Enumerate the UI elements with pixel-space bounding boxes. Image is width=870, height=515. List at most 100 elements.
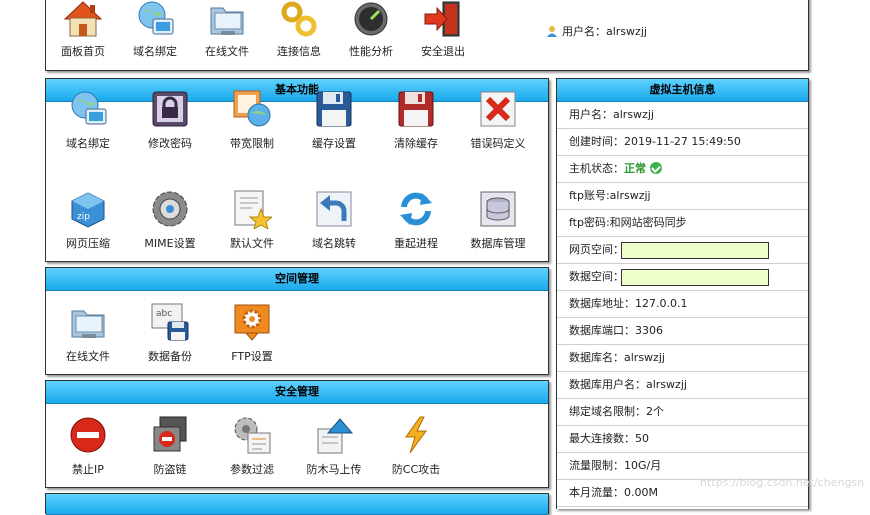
hotlink-icon [150, 415, 190, 455]
error-x-icon [478, 89, 518, 129]
info-ftp-account: ftp账号:alrswzjj [557, 183, 808, 210]
status-value: 正常 [624, 162, 646, 175]
filter-gear-icon [232, 415, 272, 455]
current-user-label: 用户名：alrswzjj [562, 25, 647, 38]
security-management-title: 安全管理 [46, 381, 548, 404]
security-item-label: 防盗链 [153, 463, 187, 476]
upload-shield-icon [314, 415, 354, 455]
nav-performance-label: 性能分析 [349, 45, 393, 58]
current-user: 用户名：alrswzjj [546, 23, 647, 39]
space-item-online-files[interactable]: 在线文件 [49, 302, 127, 364]
basic-item-label: 域名绑定 [66, 137, 110, 150]
ftp-gear-icon [232, 302, 272, 342]
space-item-ftp-settings[interactable]: FTP设置 [213, 302, 291, 364]
basic-item-clear-cache[interactable]: 清除缓存 [377, 89, 455, 151]
basic-item-change-password[interactable]: 修改密码 [131, 89, 209, 151]
globe-monitor-icon [68, 89, 108, 129]
security-item-label: 参数过滤 [230, 463, 274, 476]
security-management-panel: 安全管理 禁止IP 防盗链 参数过滤 防木马上传 防CC攻击 [45, 380, 549, 488]
nav-performance[interactable]: 性能分析 [336, 0, 406, 59]
info-web-space-label: 网页空间： [569, 243, 624, 256]
info-created-time: 创建时间：2019-11-27 15:49:50 [557, 129, 808, 156]
basic-item-label: 网页压缩 [66, 237, 110, 250]
space-management-title: 空间管理 [46, 268, 548, 291]
info-host-status: 主机状态：正常 [557, 156, 808, 183]
basic-item-bandwidth-limit[interactable]: 带宽限制 [213, 89, 291, 151]
basic-item-database-manage[interactable]: 数据库管理 [459, 189, 537, 251]
basic-item-label: 默认文件 [230, 237, 274, 250]
floppy-icon [314, 89, 354, 129]
basic-item-cache-settings[interactable]: 缓存设置 [295, 89, 373, 151]
mime-gear-icon [150, 189, 190, 229]
info-db-port: 数据库端口：3306 [557, 318, 808, 345]
basic-item-domain-redirect[interactable]: 域名跳转 [295, 189, 373, 251]
basic-item-web-compression[interactable]: zip 网页压缩 [49, 189, 127, 251]
svg-text:abc: abc [156, 309, 172, 319]
folder-icon [68, 302, 108, 342]
bandwidth-icon [232, 89, 272, 129]
star-document-icon [232, 189, 274, 231]
space-item-label: 数据备份 [148, 350, 192, 363]
zip-icon: zip [68, 189, 108, 229]
basic-item-label: 带宽限制 [230, 137, 274, 150]
info-db-address: 数据库地址：127.0.0.1 [557, 291, 808, 318]
security-item-label: 禁止IP [72, 463, 104, 476]
check-icon [650, 162, 662, 174]
top-navigation-bar: 面板首页 域名绑定 在线文件 连接信息 性能分析 安全退出 用户名：alrswz… [45, 0, 809, 71]
floppy-red-icon [396, 89, 436, 129]
info-data-space: 数据空间： [557, 264, 808, 291]
security-item-label: 防木马上传 [306, 463, 362, 476]
security-item-anti-hotlink[interactable]: 防盗链 [131, 415, 209, 477]
refresh-icon [396, 189, 436, 229]
security-item-anti-trojan-upload[interactable]: 防木马上传 [295, 415, 373, 477]
redirect-arrow-icon [314, 189, 354, 229]
info-ftp-password: ftp密码:和网站密码同步 [557, 210, 808, 237]
host-info-title: 虚拟主机信息 [557, 79, 808, 102]
info-db-name: 数据库名：alrswzjj [557, 345, 808, 372]
basic-functions-panel: 基本功能 域名绑定 修改密码 带宽限制 缓存设置 清除缓存 错误码定义 zip … [45, 78, 549, 262]
nav-domain-binding[interactable]: 域名绑定 [120, 0, 190, 59]
nav-logout[interactable]: 安全退出 [408, 0, 478, 59]
space-item-data-backup[interactable]: abc 数据备份 [131, 302, 209, 364]
nav-connection-info-label: 连接信息 [277, 45, 321, 58]
security-item-param-filter[interactable]: 参数过滤 [213, 415, 291, 477]
nav-home[interactable]: 面板首页 [48, 0, 118, 59]
basic-item-label: 数据库管理 [470, 237, 526, 250]
folder-icon [207, 0, 247, 39]
next-section-panel [45, 493, 549, 515]
basic-item-error-codes[interactable]: 错误码定义 [459, 89, 537, 151]
info-web-space: 网页空间： [557, 237, 808, 264]
basic-item-domain-binding[interactable]: 域名绑定 [49, 89, 127, 151]
database-icon [478, 189, 518, 229]
host-info-panel: 虚拟主机信息 用户名：alrswzjj 创建时间：2019-11-27 15:4… [556, 78, 809, 509]
security-item-anti-cc-attack[interactable]: 防CC攻击 [377, 415, 455, 477]
backup-icon: abc [150, 302, 190, 342]
watermark: https://blog.csdn.net/chengsn [700, 476, 865, 489]
link-icon [279, 0, 319, 39]
nav-online-files[interactable]: 在线文件 [192, 0, 262, 59]
nav-connection-info[interactable]: 连接信息 [264, 0, 334, 59]
security-item-block-ip[interactable]: 禁止IP [49, 415, 127, 477]
basic-item-label: 缓存设置 [312, 137, 356, 150]
basic-item-default-file[interactable]: 默认文件 [213, 189, 291, 251]
space-management-panel: 空间管理 在线文件 abc 数据备份 FTP设置 [45, 267, 549, 375]
info-db-user: 数据库用户名：alrswzjj [557, 372, 808, 399]
info-data-space-label: 数据空间： [569, 270, 624, 283]
basic-item-restart-process[interactable]: 重起进程 [377, 189, 455, 251]
nav-home-label: 面板首页 [61, 45, 105, 58]
basic-item-mime-settings[interactable]: MIME设置 [131, 189, 209, 251]
logout-icon [423, 0, 463, 39]
nav-domain-binding-label: 域名绑定 [133, 45, 177, 58]
info-username: 用户名：alrswzjj [557, 102, 808, 129]
space-item-label: FTP设置 [231, 350, 273, 363]
svg-text:zip: zip [77, 212, 90, 222]
home-icon [63, 0, 103, 39]
security-item-label: 防CC攻击 [391, 463, 441, 476]
basic-item-label: 修改密码 [148, 137, 192, 150]
space-item-label: 在线文件 [66, 350, 110, 363]
basic-item-label: MIME设置 [144, 237, 196, 250]
lightning-icon [396, 415, 436, 455]
nav-online-files-label: 在线文件 [205, 45, 249, 58]
basic-item-label: 域名跳转 [312, 237, 356, 250]
data-space-usage-bar [621, 269, 769, 286]
